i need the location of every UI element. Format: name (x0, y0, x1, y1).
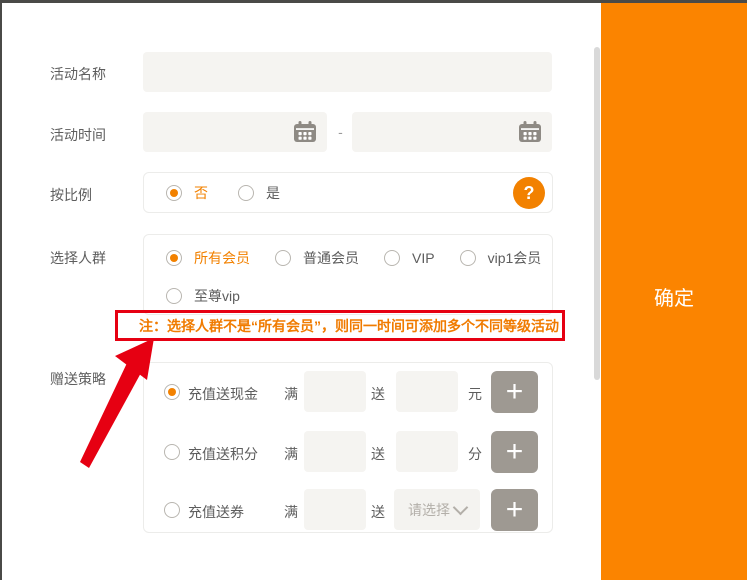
unit-label: 分 (468, 444, 482, 464)
cash-threshold-input[interactable] (304, 371, 366, 412)
ratio-option-yes[interactable]: 是 (238, 183, 280, 203)
calendar-icon (518, 121, 542, 143)
annotation-highlight-box: 注：选择人群不是“所有会员”，则同一时间可添加多个不同等级活动 (115, 310, 565, 341)
scrollbar-thumb[interactable] (594, 47, 600, 380)
radio-selected-icon[interactable] (166, 250, 182, 266)
activity-time-label: 活动时间 (50, 125, 106, 145)
radio-icon[interactable] (460, 250, 476, 266)
audience-option-label[interactable]: 至尊vip (194, 286, 240, 306)
date-range-separator: - (329, 112, 352, 152)
ratio-option-no[interactable]: 否 (166, 183, 208, 203)
audience-option-normal-members[interactable]: 普通会员 (275, 248, 359, 268)
threshold-label: 满 (284, 384, 298, 404)
gift-label: 送 (371, 502, 385, 522)
audience-label: 选择人群 (50, 248, 106, 268)
strategy-label: 赠送策略 (50, 369, 106, 389)
plus-icon: + (506, 437, 524, 467)
confirm-panel: 确定 (601, 3, 747, 580)
confirm-button[interactable]: 确定 (601, 275, 747, 317)
radio-icon[interactable] (275, 250, 291, 266)
end-date-field[interactable] (352, 112, 552, 152)
note-text: 注：选择人群不是“所有会员”，则同一时间可添加多个不同等级活动 (118, 316, 559, 336)
window-border-top (0, 0, 747, 3)
add-rule-button[interactable]: + (491, 371, 538, 413)
threshold-label: 满 (284, 502, 298, 522)
radio-icon[interactable] (164, 444, 180, 460)
radio-icon[interactable] (164, 502, 180, 518)
ratio-option-label[interactable]: 否 (194, 183, 208, 203)
strategy-row-coupon: 充值送券 满 送 请选择 + (144, 489, 552, 531)
radio-icon[interactable] (166, 288, 182, 304)
audience-option-vip[interactable]: VIP (384, 250, 435, 266)
help-icon[interactable]: ? (513, 177, 545, 209)
coupon-threshold-input[interactable] (304, 489, 366, 530)
radio-icon[interactable] (238, 185, 254, 201)
by-ratio-label: 按比例 (50, 185, 92, 205)
points-gift-input[interactable] (396, 431, 458, 472)
start-date-field[interactable] (143, 112, 327, 152)
plus-icon: + (506, 495, 524, 525)
plus-icon: + (506, 377, 524, 407)
cash-gift-input[interactable] (396, 371, 458, 412)
strategy-row-cash: 充值送现金 满 送 元 + (144, 371, 552, 413)
chevron-down-icon (453, 499, 469, 515)
strategy-group: 充值送现金 满 送 元 + 充值送积分 满 送 分 + 充值送券 满 送 请选择… (143, 362, 553, 533)
unit-label: 元 (468, 384, 482, 404)
add-rule-button[interactable]: + (491, 489, 538, 531)
audience-option-all-members[interactable]: 所有会员 (166, 248, 250, 268)
coupon-select-dropdown[interactable]: 请选择 (394, 489, 480, 530)
window-border-left (0, 0, 2, 580)
audience-option-supreme-vip[interactable]: 至尊vip (166, 286, 240, 306)
points-threshold-input[interactable] (304, 431, 366, 472)
add-rule-button[interactable]: + (491, 431, 538, 473)
audience-option-label[interactable]: 所有会员 (194, 248, 250, 268)
strategy-option-label[interactable]: 充值送积分 (188, 444, 258, 464)
threshold-label: 满 (284, 444, 298, 464)
audience-option-label[interactable]: vip1会员 (488, 248, 542, 268)
radio-selected-icon[interactable] (164, 384, 180, 400)
by-ratio-group: 否 是 ? (143, 172, 553, 213)
activity-name-input[interactable] (143, 52, 552, 92)
radio-icon[interactable] (384, 250, 400, 266)
strategy-row-points: 充值送积分 满 送 分 + (144, 431, 552, 473)
gift-label: 送 (371, 384, 385, 404)
strategy-option-label[interactable]: 充值送券 (188, 502, 244, 522)
calendar-icon (293, 121, 317, 143)
activity-name-label: 活动名称 (50, 64, 106, 84)
audience-option-label[interactable]: VIP (412, 250, 435, 266)
audience-group: 所有会员 普通会员 VIP vip1会员 至尊vip (143, 234, 553, 315)
gift-label: 送 (371, 444, 385, 464)
dropdown-placeholder: 请选择 (408, 500, 450, 520)
ratio-option-label[interactable]: 是 (266, 183, 280, 203)
audience-option-label[interactable]: 普通会员 (303, 248, 359, 268)
strategy-option-label[interactable]: 充值送现金 (188, 384, 258, 404)
audience-option-vip1[interactable]: vip1会员 (460, 248, 542, 268)
radio-selected-icon[interactable] (166, 185, 182, 201)
